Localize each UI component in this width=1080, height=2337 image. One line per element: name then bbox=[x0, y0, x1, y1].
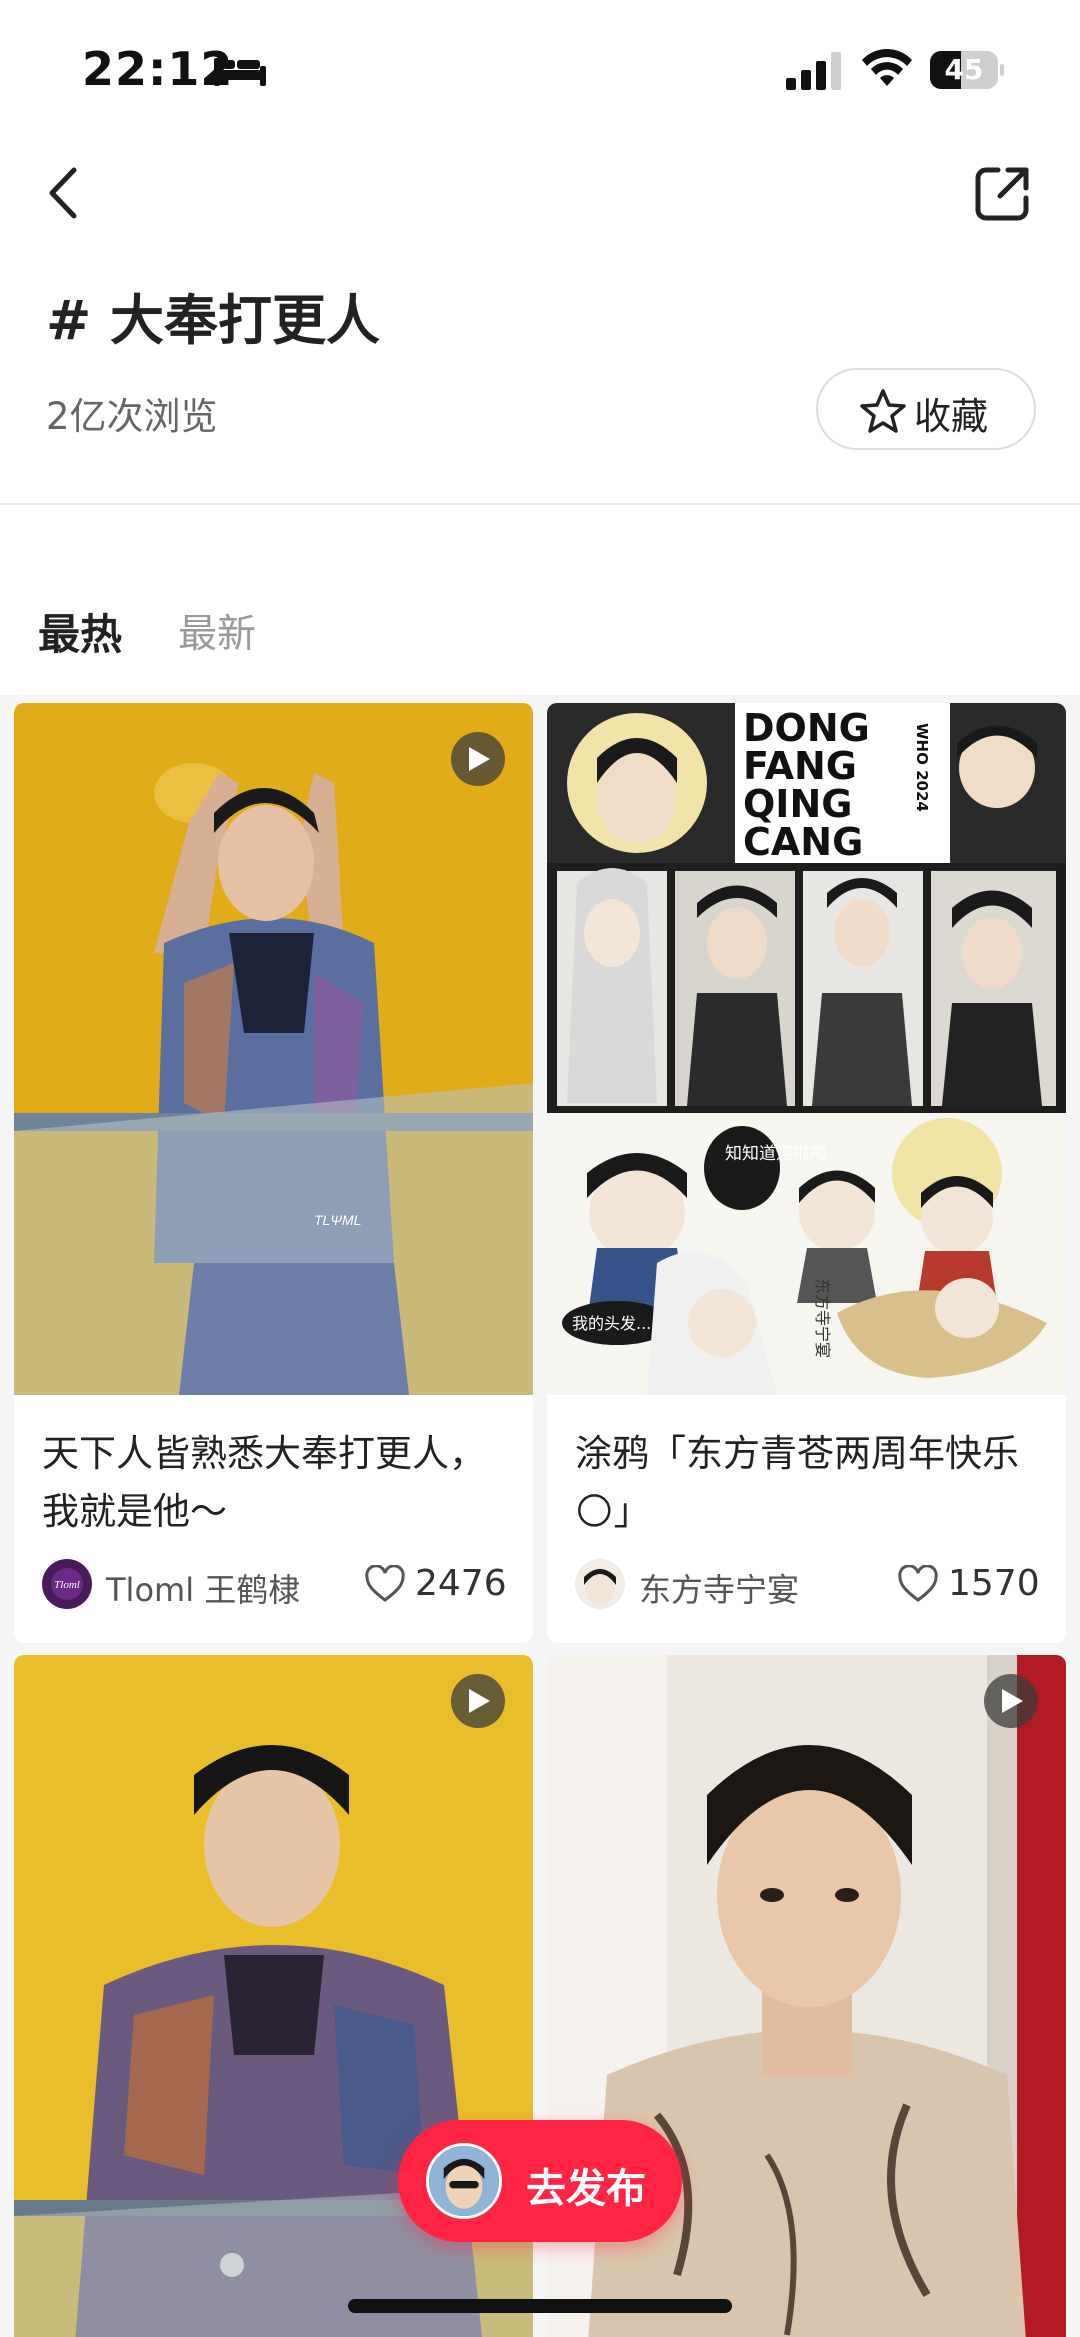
author-name: 东方寺宁宴 bbox=[639, 1571, 800, 1609]
sleep-focus-icon bbox=[214, 58, 266, 86]
video-badge bbox=[984, 1674, 1038, 1728]
note-author[interactable]: 东方寺宁宴 bbox=[575, 1559, 895, 1611]
author-avatar bbox=[575, 1559, 625, 1609]
share-icon[interactable] bbox=[972, 162, 1034, 224]
author-name: Tloml 王鹤棣 bbox=[106, 1571, 301, 1609]
author-avatar: Tloml bbox=[42, 1559, 92, 1609]
topic-title: # 大奉打更人 bbox=[46, 289, 381, 352]
publish-label: 去发布 bbox=[526, 2166, 646, 2212]
banner-side: WHO 2024 bbox=[913, 723, 931, 812]
note-title: 涂鸦「东方青苍两周年快乐🌕」 bbox=[575, 1432, 1019, 1533]
favorite-button[interactable]: 收藏 bbox=[816, 368, 1036, 450]
video-badge bbox=[451, 1674, 505, 1728]
svg-text:Tloml: Tloml bbox=[54, 1579, 80, 1591]
note-author[interactable]: Tloml Tloml 王鹤棣 bbox=[42, 1559, 362, 1611]
signal-icon bbox=[786, 52, 841, 90]
heart-icon bbox=[898, 1565, 938, 1602]
bubble-text: 知知道道啦啦 bbox=[725, 1144, 827, 1164]
stamp-text: 东方寺宁宴 bbox=[813, 1278, 832, 1358]
note-title: 天下人皆熟悉大奉打更人，我就是他～ bbox=[42, 1432, 486, 1533]
home-indicator bbox=[348, 2299, 732, 2313]
like-count-group[interactable]: 1570 bbox=[898, 1563, 1040, 1607]
like-count-group[interactable]: 2476 bbox=[365, 1563, 507, 1607]
tab-hottest[interactable]: 最热 bbox=[38, 601, 122, 662]
video-badge bbox=[451, 732, 505, 786]
note-card[interactable]: DONG FANG QING CANG WHO 2024 知知道道啦啦 我的头发… bbox=[547, 703, 1066, 1643]
note-cover-image: TLΨML bbox=[14, 703, 533, 1395]
note-cover-image: DONG FANG QING CANG WHO 2024 知知道道啦啦 我的头发… bbox=[547, 703, 1066, 1395]
tab-newest[interactable]: 最新 bbox=[178, 603, 256, 659]
note-card[interactable]: TLΨML 天下人皆熟悉大奉打更人，我就是他～ Tloml Tloml 王鹤棣 … bbox=[14, 703, 533, 1643]
topic-header: # 大奉打更人 2亿次浏览 收藏 bbox=[0, 130, 1080, 505]
status-time: 22:12 bbox=[82, 42, 234, 96]
bubble-text: 我的头发... bbox=[572, 1314, 651, 1333]
wifi-icon bbox=[862, 49, 912, 86]
star-icon bbox=[860, 389, 906, 433]
publish-button[interactable]: 去发布 bbox=[398, 2120, 682, 2242]
user-avatar bbox=[426, 2143, 502, 2219]
battery-indicator: 45 bbox=[930, 51, 1004, 89]
sort-tabs: 最热 最新 bbox=[0, 505, 1080, 695]
like-count: 2476 bbox=[415, 1563, 507, 1604]
banner-line: CANG bbox=[743, 820, 863, 864]
watermark-text: TLΨML bbox=[314, 1212, 361, 1228]
like-count: 1570 bbox=[948, 1563, 1040, 1604]
topic-view-count: 2亿次浏览 bbox=[46, 395, 218, 438]
back-icon[interactable] bbox=[40, 160, 90, 226]
favorite-label: 收藏 bbox=[914, 395, 988, 438]
battery-level: 45 bbox=[944, 53, 984, 86]
status-bar: 22:12 45 bbox=[0, 0, 1080, 130]
heart-icon bbox=[365, 1565, 405, 1602]
